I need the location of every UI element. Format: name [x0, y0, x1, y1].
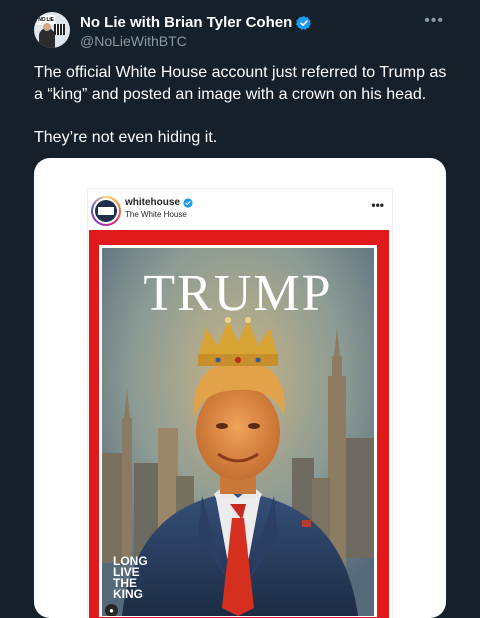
ig-account-subtitle: The White House — [125, 210, 187, 219]
ig-name-row: whitehouse — [125, 197, 193, 208]
ig-account-name: whitehouse — [125, 197, 181, 208]
ig-more-icon: ••• — [371, 198, 384, 212]
tweet-paragraph: They’re not even hiding it. — [34, 129, 218, 146]
white-house-building-icon — [98, 207, 114, 215]
tweet-header: NO LIE No Lie with Brian Tyler Cohen @No… — [0, 0, 480, 56]
cover-painting: TRUMP LONG LIVE THE KING ● — [102, 248, 374, 616]
person-head — [43, 23, 51, 31]
magazine-cover: TRUMP LONG LIVE THE KING ● — [89, 230, 389, 618]
author-name-row: No Lie with Brian Tyler Cohen — [80, 14, 312, 31]
author-handle[interactable]: @NoLieWithBTC — [80, 33, 187, 49]
user-tag-icon: ● — [105, 604, 118, 616]
slogan-line: KING — [113, 587, 143, 601]
whitehouse-avatar — [91, 196, 121, 226]
more-horizontal-icon[interactable]: ••• — [424, 12, 444, 30]
cover-slogan: LONG LIVE THE KING — [113, 555, 148, 601]
cover-title: TRUMP — [143, 265, 333, 322]
ig-verified-icon — [183, 197, 193, 208]
tweet-body: The official White House account just re… — [34, 62, 450, 149]
verified-badge-icon — [296, 15, 312, 30]
author-avatar[interactable]: NO LIE — [34, 12, 70, 48]
cover-frame: TRUMP LONG LIVE THE KING ● — [99, 245, 377, 617]
embedded-instagram-post: whitehouse The White House ••• TRUMP LON… — [87, 188, 393, 618]
tweet-media-image[interactable]: whitehouse The White House ••• TRUMP LON… — [34, 158, 446, 618]
tweet-paragraph: The official White House account just re… — [34, 64, 447, 103]
author-display-name[interactable]: No Lie with Brian Tyler Cohen — [80, 14, 292, 31]
person-silhouette — [39, 28, 55, 48]
qr-code-graphic — [54, 24, 65, 35]
